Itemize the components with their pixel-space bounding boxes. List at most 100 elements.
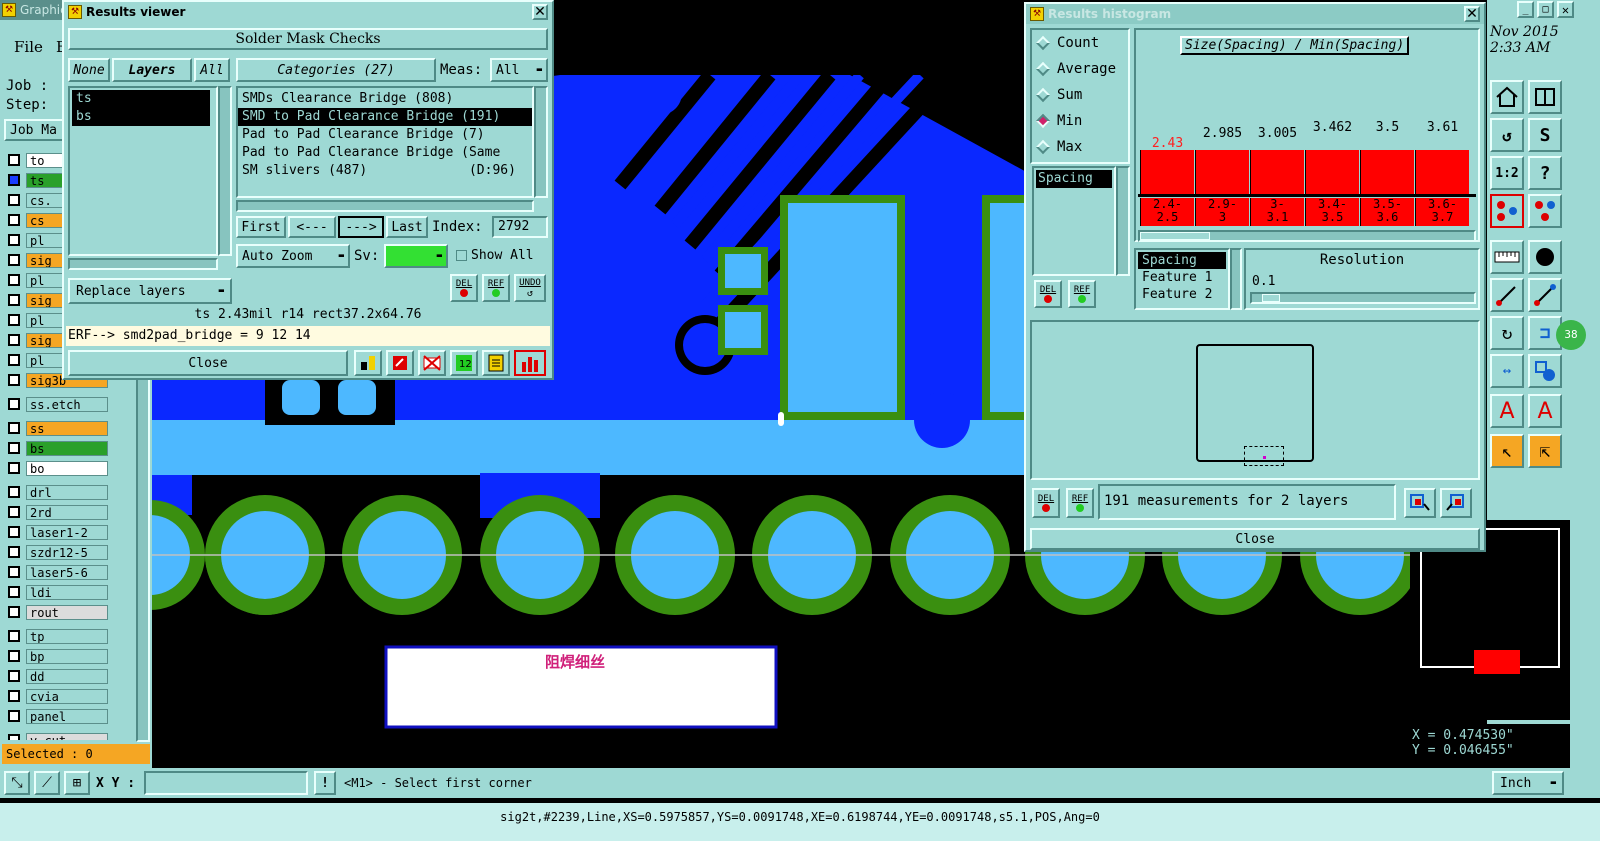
highlight-tool-icon[interactable] [354, 350, 382, 376]
rv-layer-hscroll[interactable] [68, 258, 218, 270]
next-button[interactable]: ---> [338, 216, 384, 238]
net-highlight-icon[interactable] [1528, 194, 1562, 228]
layer-checkbox[interactable] [8, 234, 20, 246]
layer-checkbox[interactable] [8, 630, 20, 642]
mode-option[interactable]: Count [1032, 30, 1128, 56]
bar-range-label[interactable]: 3- 3.1 [1250, 198, 1304, 226]
del-button[interactable]: DEL [450, 274, 478, 302]
layer-checkbox[interactable] [8, 650, 20, 662]
slider-thumb[interactable] [1262, 294, 1280, 302]
mode-option[interactable]: Average [1032, 56, 1128, 82]
redraw-icon[interactable]: S [1528, 118, 1562, 152]
ruler-icon[interactable] [1490, 240, 1524, 274]
text-a-move-icon[interactable]: A [1528, 394, 1562, 428]
help-icon[interactable]: ? [1528, 156, 1562, 190]
layer-row[interactable]: v-cut [4, 732, 138, 740]
layer-checkbox[interactable] [8, 174, 20, 186]
histogram-bar[interactable] [1250, 150, 1304, 194]
layer-row[interactable]: bs [4, 440, 138, 456]
bar-range-label[interactable]: 2.4- 2.5 [1140, 198, 1194, 226]
histogram-close-icon[interactable]: ✕ [1464, 6, 1480, 22]
list-tool-icon[interactable] [482, 350, 510, 376]
zoom-to-feature-icon[interactable] [1404, 488, 1436, 518]
bar-range-label[interactable]: 3.4- 3.5 [1305, 198, 1359, 226]
bar-range-label[interactable]: 2.9- 3 [1195, 198, 1249, 226]
fit-width-icon[interactable]: ↔ [1490, 354, 1524, 388]
layer-row[interactable]: bp [4, 648, 138, 664]
category-item[interactable]: SMD to Pad Clearance Bridge (191) [238, 108, 532, 126]
histogram-bar[interactable] [1360, 150, 1414, 194]
layer-checkbox[interactable] [8, 710, 20, 722]
layer-checkbox[interactable] [8, 154, 20, 166]
xy-input[interactable] [144, 771, 308, 795]
layer-checkbox[interactable] [8, 214, 20, 226]
layer-row[interactable]: drl [4, 484, 138, 500]
layer-checkbox[interactable] [8, 606, 20, 618]
histogram-hscroll[interactable] [1138, 230, 1476, 242]
layer-checkbox[interactable] [8, 422, 20, 434]
layer-checkbox[interactable] [8, 398, 20, 410]
ref-button[interactable]: REF [482, 274, 510, 302]
layer-checkbox[interactable] [8, 506, 20, 518]
auto-zoom-dropdown[interactable]: Auto Zoom ▬ [236, 244, 350, 268]
mode-option[interactable]: Min [1032, 108, 1128, 134]
window-layout-icon[interactable] [1528, 80, 1562, 114]
scroll-thumb[interactable] [1140, 232, 1210, 240]
layer-checkbox[interactable] [8, 586, 20, 598]
hist-del-button[interactable]: DEL [1034, 280, 1062, 308]
layers-all-button[interactable]: All [194, 58, 230, 82]
layer-checkbox[interactable] [8, 354, 20, 366]
histogram-bar[interactable] [1140, 150, 1194, 194]
layer-row[interactable]: cvia [4, 688, 138, 704]
category-vscroll[interactable] [534, 86, 548, 198]
preview-del-button[interactable]: DEL [1032, 488, 1060, 518]
pad-select-icon[interactable] [1528, 240, 1562, 274]
field-item[interactable]: Spacing [1138, 252, 1226, 269]
layer-checkbox[interactable] [8, 462, 20, 474]
mode-option[interactable]: Max [1032, 134, 1128, 160]
layer-checkbox[interactable] [8, 274, 20, 286]
bar-range-label[interactable]: 3.6- 3.7 [1415, 198, 1469, 226]
layer-checkbox[interactable] [8, 690, 20, 702]
layer-row[interactable]: panel [4, 708, 138, 724]
menu-file[interactable]: File [14, 38, 43, 56]
undo-button[interactable]: UNDO ↺ [514, 274, 546, 302]
job-manager-button[interactable]: Job Ma [4, 119, 66, 141]
net-select-icon[interactable] [1490, 194, 1524, 228]
compare-tool-icon[interactable]: 12 [450, 350, 478, 376]
layer-row[interactable]: ss [4, 420, 138, 436]
zoom-area-icon[interactable]: ⤡ [4, 771, 30, 795]
layer-row[interactable]: laser1-2 [4, 524, 138, 540]
layer-checkbox[interactable] [8, 486, 20, 498]
layer-checkbox[interactable] [8, 194, 20, 206]
erf-tool-icon[interactable] [418, 350, 446, 376]
layer-checkbox[interactable] [8, 314, 20, 326]
zoom-back-icon[interactable] [1440, 488, 1472, 518]
results-viewer-close-icon[interactable]: ✕ [532, 4, 548, 20]
field-item[interactable]: Feature 2 [1138, 286, 1226, 303]
category-item[interactable]: Pad to Pad Clearance Bridge (Same [238, 144, 532, 162]
pointer-icon[interactable]: ↖ [1490, 434, 1524, 468]
minimize-button[interactable]: _ [1517, 1, 1534, 18]
layer-row[interactable]: ldi [4, 584, 138, 600]
layer-checkbox[interactable] [8, 442, 20, 454]
preview-ref-button[interactable]: REF [1066, 488, 1094, 518]
histogram-close-button[interactable]: Close [1030, 528, 1480, 550]
layer-checkbox[interactable] [8, 670, 20, 682]
field-item[interactable]: Feature 1 [1138, 269, 1226, 286]
attr-vscroll[interactable] [1116, 166, 1130, 276]
units-dropdown[interactable]: Inch ▬ [1492, 771, 1564, 795]
layer-checkbox[interactable] [8, 334, 20, 346]
layer-row[interactable]: dd [4, 668, 138, 684]
field-vscroll[interactable] [1230, 248, 1242, 310]
layer-row[interactable]: bo [4, 460, 138, 476]
category-item[interactable]: Pad to Pad Clearance Bridge (7) [238, 126, 532, 144]
layer-checkbox[interactable] [8, 254, 20, 266]
rv-layer-vscroll[interactable] [218, 86, 232, 256]
text-a-icon[interactable]: A [1490, 394, 1524, 428]
last-button[interactable]: Last [386, 216, 428, 238]
rv-layer-item[interactable]: ts [72, 90, 210, 108]
histogram-bar[interactable] [1415, 150, 1469, 194]
mode-option[interactable]: Sum [1032, 82, 1128, 108]
shapes-icon[interactable] [1528, 354, 1562, 388]
